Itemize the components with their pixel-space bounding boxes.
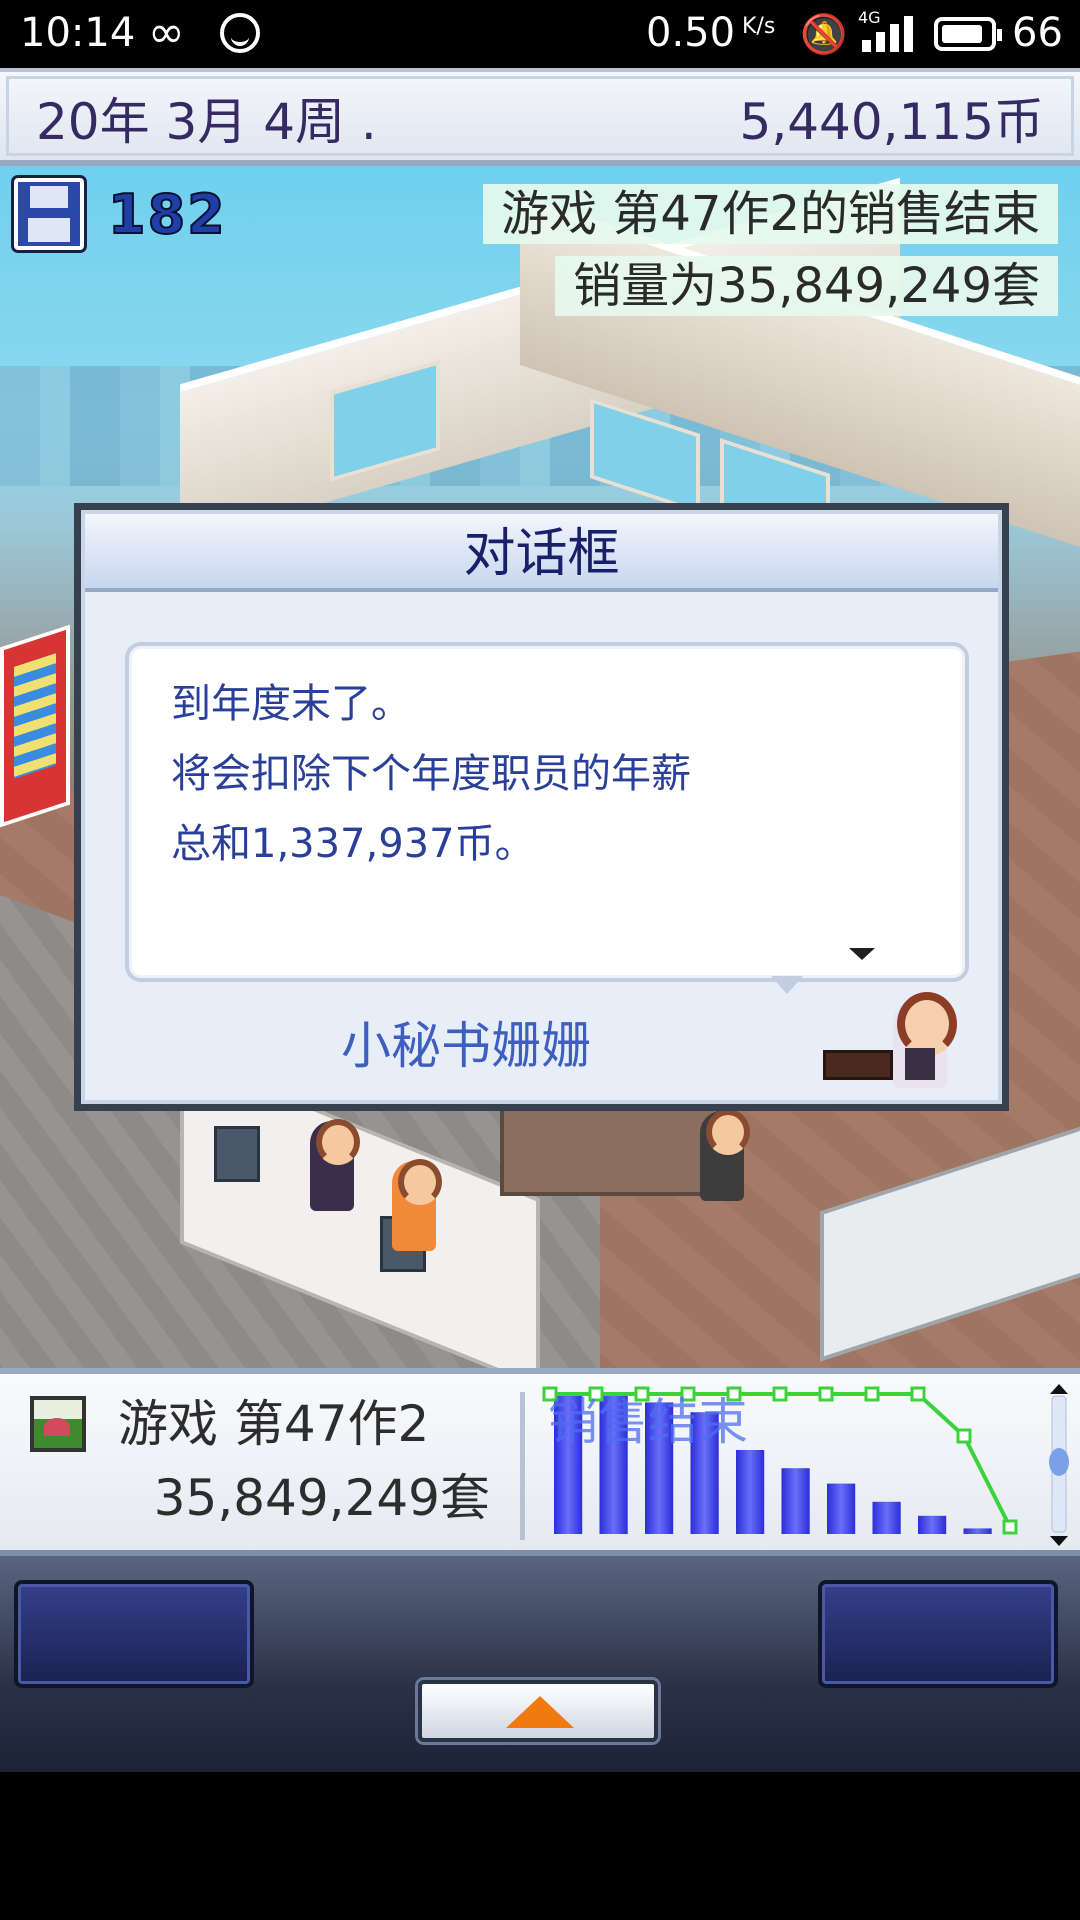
- chart-bar: [918, 1515, 947, 1534]
- battery-icon: [934, 17, 1002, 51]
- dialog-line: 到年度末了。: [171, 681, 411, 727]
- chart-bar: [963, 1528, 992, 1534]
- computer-monitor: [214, 1126, 260, 1182]
- chart-bar: [827, 1483, 856, 1534]
- chart-point: [910, 1386, 926, 1402]
- game-info-panel[interactable]: 游戏 第47作2 35,849,249套 销售结束: [0, 1368, 1080, 1556]
- game-sales-total: 35,849,249套: [153, 1469, 490, 1527]
- top-info-bar: 20年 3月 4周 . 5,440,115币: [0, 68, 1080, 166]
- staff-member[interactable]: [700, 1109, 750, 1201]
- dialog-box[interactable]: 对话框 到年度末了。 将会扣除下个年度职员的年薪 总和1,337,937币。 小…: [74, 503, 1009, 1111]
- chart-point: [818, 1386, 834, 1402]
- signal-icon: [862, 16, 916, 52]
- dialog-line: 总和1,337,937币。: [171, 821, 535, 867]
- status-bar: 10:14 ∞ 0.50 K/s 🔕 4G 66: [0, 0, 1080, 68]
- right-menu-button[interactable]: [818, 1580, 1058, 1688]
- sales-end-notice: 游戏 第47作2的销售结束: [483, 184, 1058, 244]
- game-title: 游戏 第47作2: [118, 1395, 430, 1453]
- chart-bar: [781, 1468, 810, 1534]
- left-menu-button[interactable]: [14, 1580, 254, 1688]
- secretary-avatar: [893, 992, 957, 1088]
- bell-muted-icon: 🔕: [800, 12, 848, 56]
- dialog-speech-bubble[interactable]: 到年度末了。 将会扣除下个年度职员的年薪 总和1,337,937币。: [125, 642, 969, 982]
- expand-button[interactable]: [418, 1680, 658, 1742]
- chart-bar: [872, 1501, 901, 1534]
- chart-bar: [736, 1450, 765, 1534]
- status-time: 10:14: [20, 10, 136, 56]
- battery-percent: 66: [1012, 10, 1063, 56]
- chart-point: [1002, 1519, 1018, 1535]
- vertical-scrollbar[interactable]: [1046, 1382, 1072, 1548]
- vending-machine: [0, 624, 70, 828]
- control-panel: [0, 1556, 1080, 1772]
- chart-point: [772, 1386, 788, 1402]
- net-speed: 0.50: [646, 10, 736, 56]
- infinity-icon: ∞: [148, 7, 185, 58]
- more-down-arrow-icon: [849, 948, 875, 960]
- staff-member[interactable]: [310, 1119, 360, 1211]
- speech-bubble-tail: [771, 976, 803, 994]
- net-speed-unit: K/s: [742, 14, 776, 39]
- game-date: 20年 3月 4周 .: [36, 93, 377, 151]
- staff-member[interactable]: [392, 1159, 442, 1251]
- save-count: 182: [107, 182, 227, 247]
- dialog-line: 将会扣除下个年度职员的年薪: [171, 751, 691, 797]
- up-arrow-icon: [506, 1696, 574, 1728]
- smiley-icon: [220, 13, 260, 53]
- chart-point: [956, 1428, 972, 1444]
- chart-status-label: 销售结束: [548, 1393, 748, 1451]
- dialog-title-bar: 对话框: [85, 514, 998, 592]
- panel-divider: [520, 1392, 525, 1540]
- sales-total-notice: 销量为35,849,249套: [555, 256, 1058, 316]
- money-amount: 5,440,115币: [739, 93, 1044, 151]
- secretary-desk: [823, 1050, 893, 1080]
- game-cover-icon: [30, 1396, 86, 1452]
- speaker-name: 小秘书姗姗: [341, 1017, 591, 1075]
- floppy-disk-icon: [11, 175, 87, 253]
- dialog-title: 对话框: [463, 524, 620, 584]
- chart-point: [864, 1386, 880, 1402]
